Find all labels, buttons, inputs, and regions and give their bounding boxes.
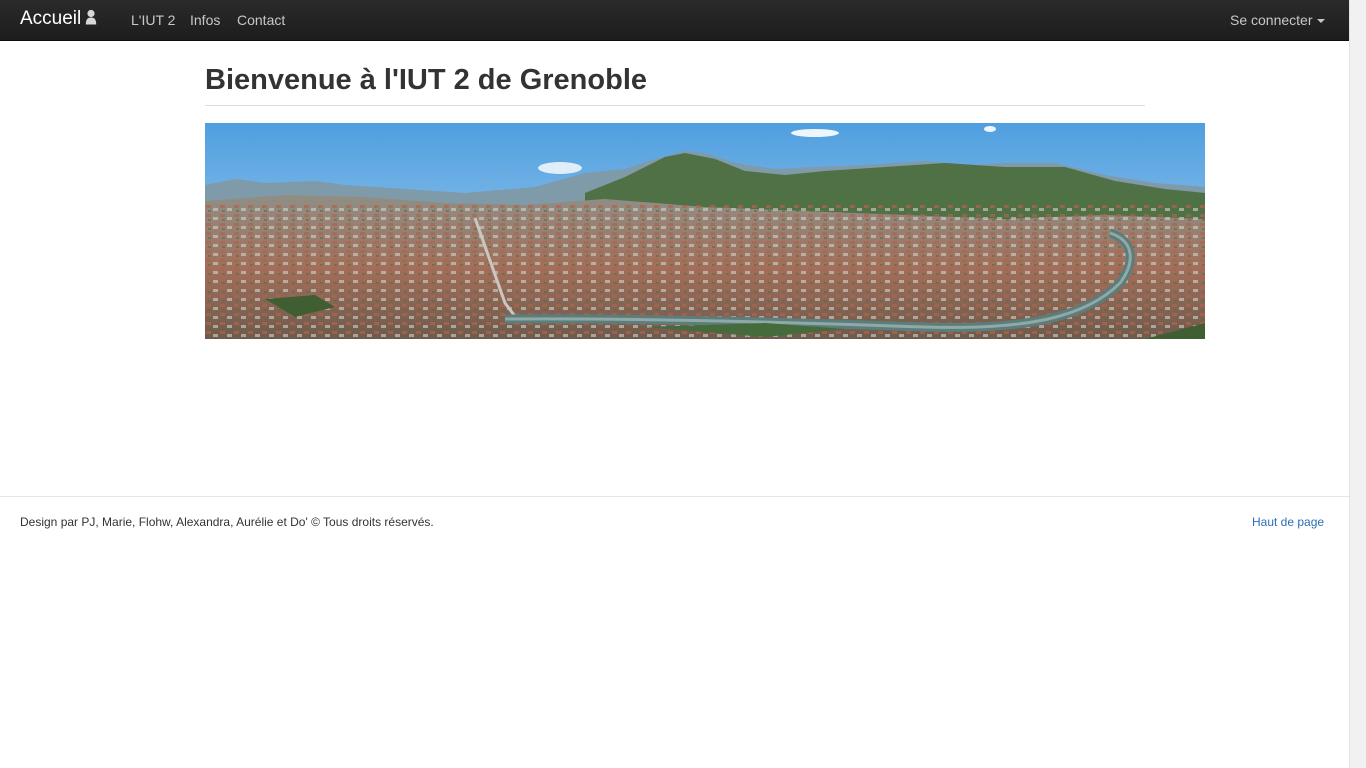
brand-home-link[interactable]: Accueil (20, 8, 97, 31)
nav-link-contact[interactable]: Contact (237, 12, 285, 28)
caret-down-icon (1316, 19, 1325, 24)
top-navbar: Accueil L'IUT 2 Infos Contact Se connect… (0, 0, 1349, 41)
back-to-top-link[interactable]: Haut de page (1252, 515, 1324, 530)
nav-link-iut2[interactable]: L'IUT 2 (131, 12, 175, 28)
title-divider (205, 105, 1145, 106)
login-label: Se connecter (1230, 12, 1313, 28)
login-dropdown[interactable]: Se connecter (1230, 12, 1325, 28)
city-panorama-illustration (205, 123, 1205, 339)
nav-link-infos[interactable]: Infos (190, 12, 220, 28)
user-icon (85, 9, 97, 31)
brand-label: Accueil (20, 8, 82, 29)
footer-credits: Design par PJ, Marie, Flohw, Alexandra, … (20, 515, 434, 529)
vertical-scrollbar[interactable] (1349, 0, 1366, 768)
panorama-image (205, 123, 1205, 339)
footer-divider (0, 496, 1349, 497)
page-title: Bienvenue à l'IUT 2 de Grenoble (205, 64, 648, 96)
